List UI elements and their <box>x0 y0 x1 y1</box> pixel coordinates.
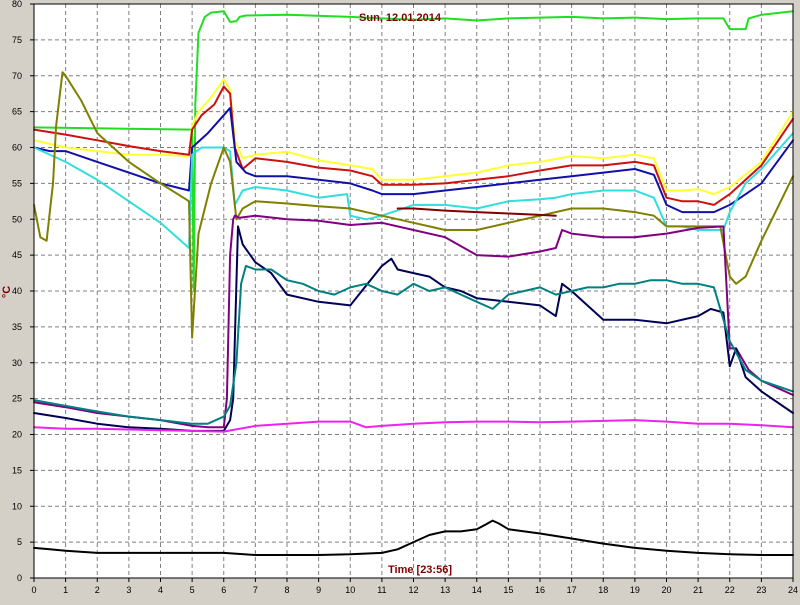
y-tick-label: 55 <box>12 178 22 188</box>
y-tick-label: 5 <box>17 537 22 547</box>
chart-window: 0 1 2 3 4 5 6 7 8 9 10 11 12 13 14 15 16 17 18 19 20 21 22 23 24… <box>0 0 800 600</box>
y-tick-label: 0 <box>17 573 22 583</box>
x-tick-label: 12 <box>408 585 418 595</box>
y-tick-label: 20 <box>12 430 22 440</box>
x-tick-label: 21 <box>693 585 703 595</box>
x-tick-label: 7 <box>253 585 258 595</box>
x-tick-label: 6 <box>221 585 226 595</box>
x-tick-label: 9 <box>316 585 321 595</box>
y-axis-label: °C <box>1 286 13 298</box>
x-tick-label: 13 <box>440 585 450 595</box>
x-axis-label: Time [23:56] <box>388 564 452 576</box>
x-tick-label: 17 <box>567 585 577 595</box>
y-tick-label: 80 <box>12 0 22 9</box>
x-tick-label: 24 <box>788 585 798 595</box>
x-tick-label: 14 <box>472 585 482 595</box>
x-tick-label: 16 <box>535 585 545 595</box>
x-tick-label: 3 <box>126 585 131 595</box>
y-tick-label: 25 <box>12 394 22 404</box>
x-tick-label: 4 <box>158 585 163 595</box>
x-tick-label: 2 <box>95 585 100 595</box>
y-tick-label: 15 <box>12 465 22 475</box>
y-tick-label: 70 <box>12 71 22 81</box>
x-tick-label: 8 <box>284 585 289 595</box>
chart-title: Sun, 12.01.2014 <box>359 12 442 24</box>
y-tick-label: 35 <box>12 322 22 332</box>
x-tick-label: 1 <box>63 585 68 595</box>
temperature-chart: 0 1 2 3 4 5 6 7 8 9 10 11 12 13 14 15 16 17 18 19 20 21 22 23 24… <box>0 0 800 600</box>
x-tick-label: 5 <box>190 585 195 595</box>
y-tick-label: 30 <box>12 358 22 368</box>
y-tick-label: 50 <box>12 214 22 224</box>
x-tick-label: 23 <box>756 585 766 595</box>
y-tick-label: 10 <box>12 501 22 511</box>
x-tick-label: 11 <box>377 585 386 595</box>
y-tick-label: 40 <box>12 286 22 296</box>
y-tick-label: 65 <box>12 107 22 117</box>
x-tick-label: 0 <box>31 585 36 595</box>
x-tick-label: 20 <box>661 585 671 595</box>
y-tick-label: 45 <box>12 250 22 260</box>
x-tick-label: 15 <box>503 585 513 595</box>
x-tick-label: 22 <box>725 585 735 595</box>
y-tick-label: 75 <box>12 35 22 45</box>
x-tick-label: 10 <box>345 585 355 595</box>
y-tick-label: 60 <box>12 143 22 153</box>
x-tick-label: 19 <box>630 585 640 595</box>
x-tick-label: 18 <box>598 585 608 595</box>
